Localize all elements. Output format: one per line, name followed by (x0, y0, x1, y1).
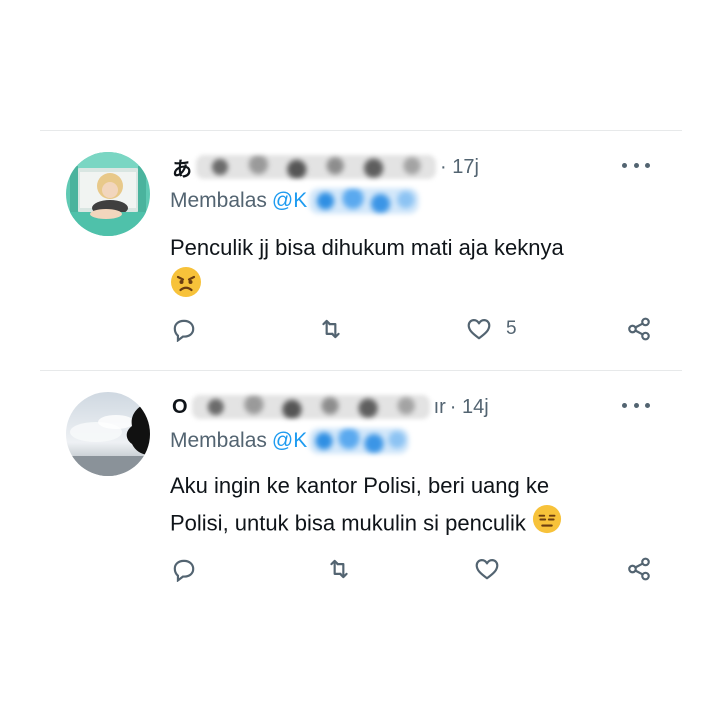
redacted-name (191, 395, 430, 419)
user-display-name[interactable]: O (172, 396, 188, 419)
reply-handle-link[interactable]: @K (272, 429, 307, 453)
tweet-text-line: Penculik jj bisa dihukum mati aja keknya (170, 235, 564, 260)
tweet-1[interactable]: あ · 17j Membalas @K Penculik jj bisa dih… (0, 150, 720, 380)
user-name-row: あ · 17j (172, 150, 479, 184)
tweet-actions: 5 (0, 316, 720, 350)
retweet-button[interactable] (326, 556, 352, 582)
avatar[interactable] (66, 392, 150, 476)
heart-icon (467, 319, 491, 340)
redacted-handle (309, 188, 420, 214)
reply-button[interactable] (171, 556, 197, 582)
retweet-button[interactable] (318, 316, 344, 342)
heart-icon (475, 559, 499, 580)
share-button[interactable] (626, 316, 652, 342)
replying-to: Membalas @K (170, 428, 410, 454)
reply-icon (173, 319, 195, 342)
more-icon[interactable] (622, 400, 650, 410)
tweet-2[interactable]: O ır · 14j Membalas @K Aku ingin ke kant… (0, 390, 720, 620)
expressionless-face-icon (532, 504, 562, 545)
user-display-name[interactable]: あ (172, 153, 192, 182)
reply-icon (173, 559, 195, 582)
retweet-icon (322, 319, 340, 339)
tweet-actions (0, 556, 720, 590)
replying-to-label: Membalas (170, 429, 267, 452)
tweet-divider (40, 370, 682, 371)
tweet-timestamp[interactable]: · 14j (450, 396, 489, 419)
retweet-icon (330, 559, 348, 579)
avatar[interactable] (66, 152, 150, 236)
share-icon (628, 557, 650, 581)
redacted-name (196, 155, 436, 179)
user-name-row: O ır · 14j (172, 390, 489, 424)
tweet-text: Penculik jj bisa dihukum mati aja keknya (170, 230, 564, 309)
angry-face-icon (170, 266, 202, 309)
tweet-text: Aku ingin ke kantor Polisi, beri uang ke… (170, 468, 562, 545)
tweet-text-line-1: Aku ingin ke kantor Polisi, beri uang ke (170, 473, 550, 498)
like-count: 5 (506, 318, 517, 339)
redacted-handle (309, 428, 410, 454)
replying-to-label: Membalas (170, 189, 267, 212)
share-icon (628, 317, 650, 341)
more-icon[interactable] (622, 160, 650, 170)
share-button[interactable] (626, 556, 652, 582)
reply-button[interactable] (171, 316, 197, 342)
tweet-timestamp[interactable]: · 17j (440, 156, 479, 179)
like-button[interactable] (474, 556, 514, 582)
tweet-text-line-2: Polisi, untuk bisa mukulin si penculik (170, 510, 526, 536)
like-button[interactable]: 5 (466, 316, 517, 342)
user-name-tail: ır (433, 395, 446, 418)
reply-handle-link[interactable]: @K (272, 189, 307, 213)
replying-to: Membalas @K (170, 188, 420, 214)
top-divider (40, 130, 682, 131)
